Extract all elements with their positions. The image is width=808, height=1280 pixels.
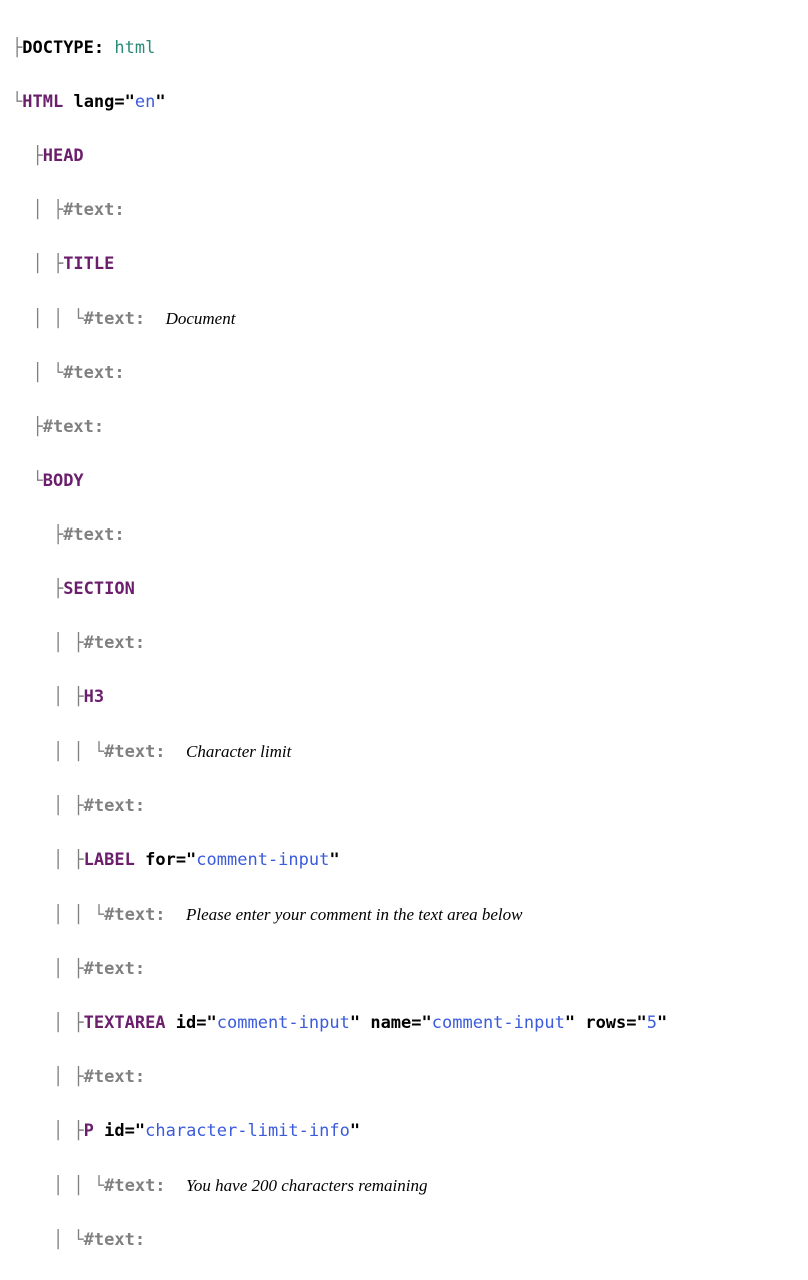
section-tag: SECTION <box>63 579 135 599</box>
text-node-label: #text: <box>63 363 124 383</box>
name-attr: name <box>370 1013 411 1033</box>
textarea-tag: TEXTAREA <box>84 1013 166 1033</box>
title-tag: TITLE <box>63 254 114 274</box>
rows-attr: rows <box>585 1013 626 1033</box>
label-tag: LABEL <box>84 850 135 870</box>
lang-val: en <box>135 92 155 112</box>
text-line: │ └#text: <box>12 360 796 387</box>
for-attr: for <box>145 850 176 870</box>
text-node-label: #text: <box>63 200 124 220</box>
for-val: comment-input <box>196 850 329 870</box>
label-text-content: Please enter your comment in the text ar… <box>186 905 522 924</box>
text-node-label: #text: <box>43 417 104 437</box>
text-node-label: #text: <box>84 1067 145 1087</box>
head-line: ├HEAD <box>12 143 796 170</box>
textarea-rows-val: 5 <box>647 1013 657 1033</box>
title-text-content: Document <box>166 309 236 328</box>
text-line: ├#text: <box>12 522 796 549</box>
id-attr: id <box>104 1121 124 1141</box>
text-node-label: #text: <box>84 1230 145 1250</box>
text-node-label: #text: <box>84 796 145 816</box>
head-tag: HEAD <box>43 146 84 166</box>
p-text-line: │ │ └#text: You have 200 characters rema… <box>12 1172 796 1200</box>
text-line: │ ├#text: <box>12 956 796 983</box>
section-line: ├SECTION <box>12 576 796 603</box>
text-line: │ ├#text: <box>12 1064 796 1091</box>
text-line: │ ├#text: <box>12 630 796 657</box>
doctype-value: html <box>114 38 155 58</box>
h3-tag: H3 <box>84 687 104 707</box>
lang-attr: lang <box>73 92 114 112</box>
text-line: │ └#text: <box>12 1227 796 1254</box>
id-attr: id <box>176 1013 196 1033</box>
textarea-id-val: comment-input <box>217 1013 350 1033</box>
body-line: └BODY <box>12 468 796 495</box>
text-node-label: #text: <box>104 742 165 762</box>
dom-tree: ├DOCTYPE: html └HTML lang="en" ├HEAD │ ├… <box>12 8 796 1280</box>
text-line: │ ├#text: <box>12 793 796 820</box>
p-id-val: character-limit-info <box>145 1121 350 1141</box>
p-line: │ ├P id="character-limit-info" <box>12 1118 796 1145</box>
html-tag: HTML <box>22 92 63 112</box>
label-text-line: │ │ └#text: Please enter your comment in… <box>12 901 796 929</box>
h3-line: │ ├H3 <box>12 684 796 711</box>
doctype-line: ├DOCTYPE: html <box>12 35 796 62</box>
html-line: └HTML lang="en" <box>12 89 796 116</box>
p-text-content: You have 200 characters remaining <box>186 1176 427 1195</box>
text-node-label: #text: <box>104 1176 165 1196</box>
h3-text-content: Character limit <box>186 742 291 761</box>
textarea-line: │ ├TEXTAREA id="comment-input" name="com… <box>12 1010 796 1037</box>
text-node-label: #text: <box>84 633 145 653</box>
h3-text-line: │ │ └#text: Character limit <box>12 738 796 766</box>
label-line: │ ├LABEL for="comment-input" <box>12 847 796 874</box>
body-tag: BODY <box>43 471 84 491</box>
title-text-line: │ │ └#text: Document <box>12 305 796 333</box>
text-line: ├#text: <box>12 414 796 441</box>
text-node-label: #text: <box>104 905 165 925</box>
doctype-label: DOCTYPE: <box>22 38 104 58</box>
text-node-label: #text: <box>63 525 124 545</box>
p-tag: P <box>84 1121 94 1141</box>
text-node-label: #text: <box>84 959 145 979</box>
text-line: │ ├#text: <box>12 197 796 224</box>
text-node-label: #text: <box>84 309 145 329</box>
textarea-name-val: comment-input <box>432 1013 565 1033</box>
title-line: │ ├TITLE <box>12 251 796 278</box>
